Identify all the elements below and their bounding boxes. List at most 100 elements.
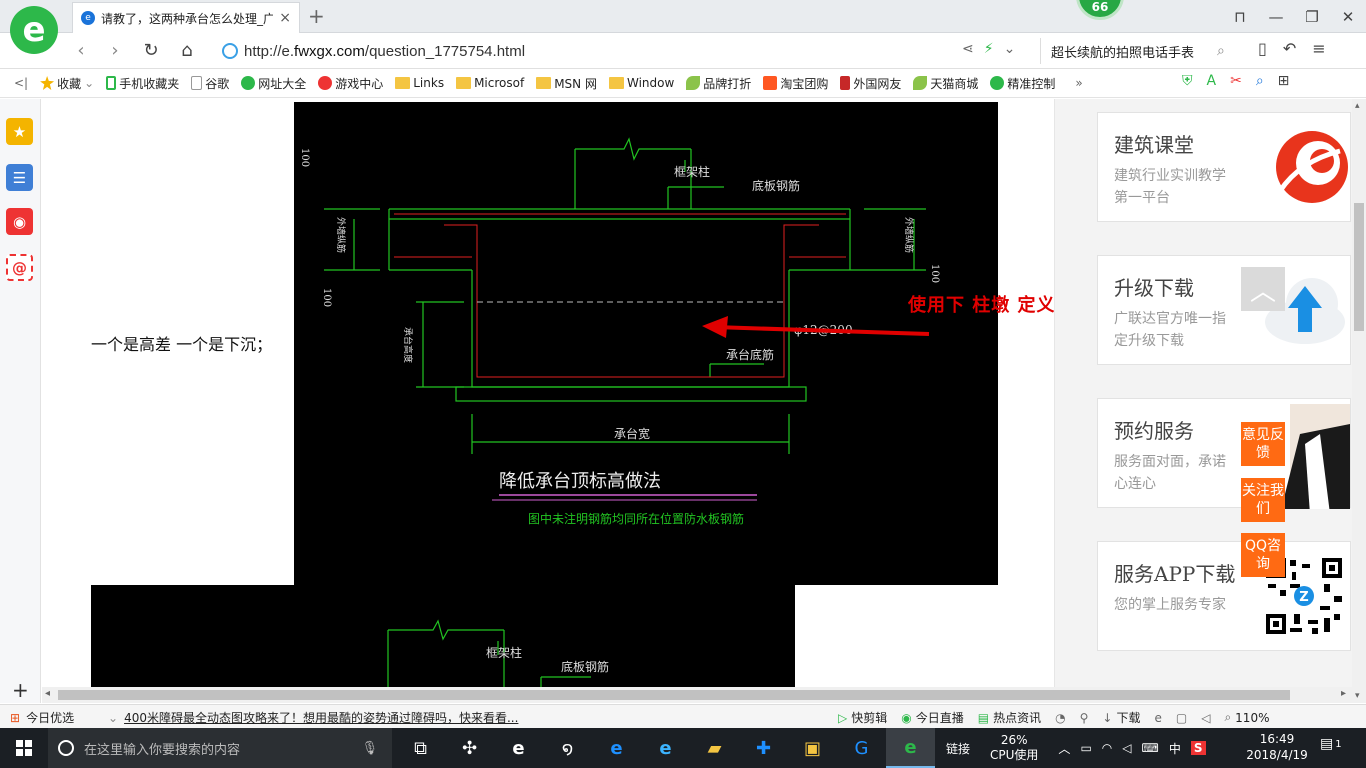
zoom-control[interactable]: ⌕ 110% bbox=[1224, 710, 1269, 725]
weibo-icon[interactable]: ◉ bbox=[6, 208, 33, 235]
mute-icon[interactable]: ◁ bbox=[1201, 711, 1210, 725]
skin-icon[interactable]: ⊓ bbox=[1222, 8, 1258, 26]
taskbar-search[interactable]: 在这里输入你要搜索的内容 🎙 bbox=[48, 728, 392, 768]
cpu-meter[interactable]: 26% CPU使用 bbox=[990, 733, 1038, 763]
battery-icon[interactable]: ▭ bbox=[1080, 741, 1091, 755]
news-ticker[interactable]: ⌄ 400米障碍最全动态图攻略来了！想用最酷的姿势通过障碍吗，快来看看... bbox=[108, 709, 518, 726]
browser-tab[interactable]: e 请教了，这两种承台怎么处理_广 × bbox=[72, 2, 300, 33]
minimize-button[interactable]: — bbox=[1258, 8, 1294, 26]
maximize-button[interactable]: ❐ bbox=[1294, 8, 1330, 26]
lightning-icon[interactable]: ⚡ bbox=[984, 41, 994, 57]
bookmark-item[interactable]: 谷歌 bbox=[191, 75, 229, 92]
bookmark-item[interactable]: Window bbox=[608, 76, 674, 90]
keyboard-icon[interactable]: ⌨ bbox=[1142, 741, 1159, 755]
magnifier-icon[interactable]: ⌕ bbox=[1256, 73, 1264, 89]
bookmark-item[interactable]: 精准控制 bbox=[990, 75, 1055, 92]
vertical-scrollbar[interactable]: ▴ ▾ bbox=[1352, 99, 1366, 703]
home-icon[interactable]: ⌂ bbox=[176, 40, 198, 61]
back-icon[interactable]: ‹ bbox=[70, 40, 92, 61]
bookmark-item[interactable]: Links bbox=[395, 76, 444, 90]
translate-icon[interactable]: A bbox=[1207, 73, 1217, 89]
bookmark-item[interactable]: 手机收藏夹 bbox=[106, 75, 179, 92]
card-building-class[interactable]: 建筑课堂 建筑行业实训教学第一平台 bbox=[1097, 112, 1351, 222]
add-sidebar-icon[interactable]: + bbox=[12, 678, 29, 702]
notification-badge[interactable]: 66 bbox=[1076, 0, 1124, 20]
window-icon[interactable]: ▢ bbox=[1176, 711, 1187, 725]
refresh-icon[interactable]: ↻ bbox=[140, 40, 162, 61]
card-app-download[interactable]: 服务APP下载 您的掌上服务专家 Z bbox=[1097, 541, 1351, 651]
links-toolbar[interactable]: 链接 bbox=[946, 740, 970, 757]
remote-app-icon[interactable]: ✚ bbox=[739, 728, 788, 768]
bookmark-item[interactable]: 收藏 ⌄ bbox=[40, 75, 94, 92]
internet-explorer-icon[interactable]: e bbox=[641, 728, 690, 768]
start-button[interactable] bbox=[0, 728, 48, 768]
scroll-right-icon[interactable]: ▸ bbox=[1341, 688, 1346, 699]
glodon-app-icon[interactable]: G bbox=[837, 728, 886, 768]
file-explorer-icon[interactable]: ▰ bbox=[690, 728, 739, 768]
share-icon[interactable]: ⋖ bbox=[962, 41, 974, 57]
scroll-left-icon[interactable]: ◂ bbox=[45, 688, 50, 699]
bookmark-item[interactable]: 淘宝团购 bbox=[763, 75, 828, 92]
bookmark-item[interactable]: 外国网友 bbox=[840, 75, 901, 92]
url-field[interactable]: http://e.fwxgx.com/question_1775754.html bbox=[222, 38, 1038, 64]
action-center-button[interactable]: ▤ 1 bbox=[1320, 736, 1342, 752]
scroll-up-icon[interactable]: ▴ bbox=[1355, 101, 1360, 111]
ie-icon[interactable]: e bbox=[494, 728, 543, 768]
card-upgrade-download[interactable]: 升级下载 广联达官方唯一指定升级下载 bbox=[1097, 255, 1351, 365]
download-button[interactable]: ↓ 下载 bbox=[1102, 709, 1140, 726]
bookmark-item[interactable]: Microsof bbox=[456, 76, 524, 90]
horizontal-scroll-thumb[interactable] bbox=[58, 690, 1290, 700]
volume-icon[interactable]: ◁ bbox=[1122, 741, 1131, 755]
bookmarks-more-button[interactable]: » bbox=[1075, 76, 1082, 90]
search-box[interactable]: 超长续航的拍照电话手表 ⌕ bbox=[1040, 38, 1240, 64]
undo-icon[interactable]: ↶ bbox=[1283, 39, 1296, 58]
mail-icon[interactable]: @ bbox=[6, 254, 33, 281]
apps-grid-icon[interactable]: ⊞ bbox=[1278, 73, 1290, 89]
live-button[interactable]: ◉ 今日直播 bbox=[901, 709, 964, 726]
reading-list-icon[interactable]: ☰ bbox=[6, 164, 33, 191]
clock[interactable]: 16:49 2018/4/19 bbox=[1242, 731, 1312, 763]
vertical-scroll-thumb[interactable] bbox=[1354, 203, 1364, 331]
feedback-button[interactable]: 意见反馈 bbox=[1241, 422, 1285, 466]
favorites-star-icon[interactable]: ★ bbox=[6, 118, 33, 145]
chevron-down-icon[interactable]: ⌄ bbox=[1004, 41, 1016, 57]
qq-consult-button[interactable]: QQ咨询 bbox=[1241, 533, 1285, 577]
swirl-app-icon[interactable]: ໑ bbox=[543, 728, 592, 768]
sogou-icon[interactable]: S bbox=[1190, 741, 1206, 755]
quick-cut-button[interactable]: ▷ 快剪辑 bbox=[838, 709, 887, 726]
ie-mode-icon[interactable]: e bbox=[1154, 711, 1161, 725]
bookmark-item[interactable]: MSN 网 bbox=[536, 75, 597, 92]
new-tab-button[interactable]: + bbox=[308, 4, 325, 28]
ime-indicator[interactable]: 中 bbox=[1169, 740, 1181, 757]
tab-close-button[interactable]: × bbox=[279, 10, 291, 26]
menu-icon[interactable]: ≡ bbox=[1312, 39, 1325, 58]
collapse-sidebar-icon[interactable]: <| bbox=[14, 76, 28, 90]
follow-us-button[interactable]: 关注我们 bbox=[1241, 478, 1285, 522]
back-to-top-button[interactable]: ︿ bbox=[1241, 267, 1285, 311]
shield-icon[interactable]: ⛨ bbox=[1182, 73, 1193, 89]
news-text[interactable]: 400米障碍最全动态图攻略来了！想用最酷的姿势通过障碍吗，快来看看... bbox=[124, 709, 518, 726]
card-appointment[interactable]: 预约服务 服务面对面，承诺心连心 bbox=[1097, 398, 1351, 509]
bookmark-item[interactable]: 网址大全 bbox=[241, 75, 306, 92]
horizontal-scrollbar[interactable]: ◂ ▸ bbox=[42, 687, 1352, 703]
bookmark-item[interactable]: 游戏中心 bbox=[318, 75, 383, 92]
browser-taskbar-icon[interactable]: e bbox=[886, 728, 935, 768]
wifi-icon[interactable]: ◠ bbox=[1102, 741, 1112, 755]
hot-news-button[interactable]: ▤ 热点资讯 bbox=[978, 709, 1041, 726]
microphone-icon[interactable]: 🎙 bbox=[361, 741, 378, 756]
phone-icon[interactable]: ▯ bbox=[1258, 39, 1267, 58]
search-icon[interactable]: ⌕ bbox=[1217, 43, 1225, 59]
bookmark-item[interactable]: 品牌打折 bbox=[686, 75, 751, 92]
close-window-button[interactable]: ✕ bbox=[1330, 8, 1366, 26]
speed-icon[interactable]: ◔ bbox=[1055, 711, 1065, 725]
notes-app-icon[interactable]: ▣ bbox=[788, 728, 837, 768]
task-view-icon[interactable]: ⧉ bbox=[396, 728, 445, 768]
edge-icon[interactable]: e bbox=[592, 728, 641, 768]
scissors-icon[interactable]: ✂ bbox=[1230, 73, 1242, 89]
scroll-down-icon[interactable]: ▾ bbox=[1355, 691, 1360, 701]
bookmark-item[interactable]: 天猫商城 bbox=[913, 75, 978, 92]
browser-logo[interactable]: e bbox=[10, 6, 58, 54]
tray-expand-icon[interactable]: ︿ bbox=[1058, 740, 1070, 757]
today-pick[interactable]: ⊞ 今日优选 bbox=[10, 709, 74, 726]
fan-app-icon[interactable]: ✣ bbox=[445, 728, 494, 768]
